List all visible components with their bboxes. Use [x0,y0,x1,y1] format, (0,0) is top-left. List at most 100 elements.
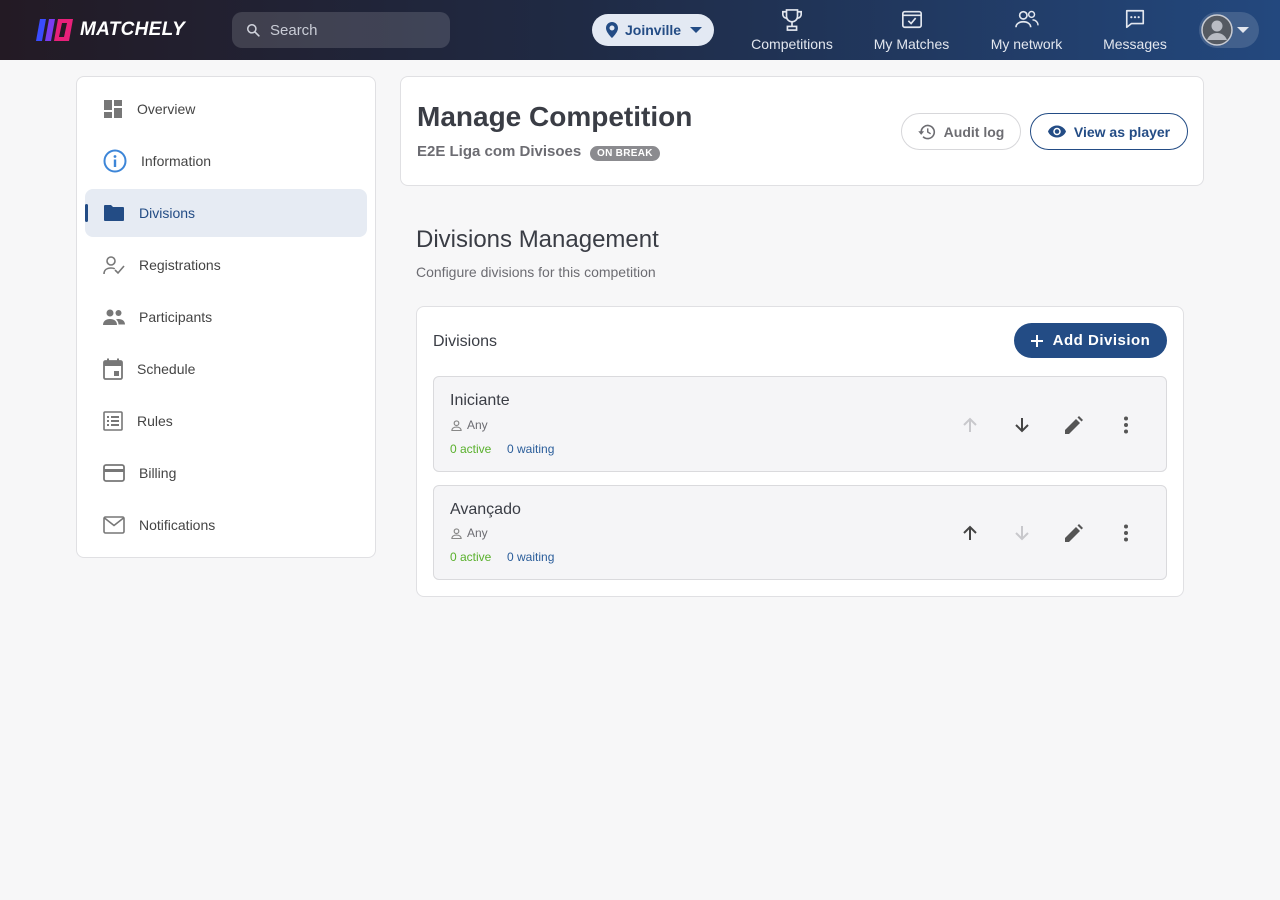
nav-competitions[interactable]: Competitions [751,8,833,52]
person-check-icon [103,256,125,275]
nav-my-network-label: My network [990,36,1063,52]
competition-name: E2E Liga com Divisoes [417,143,582,160]
arrow-up-icon [963,417,977,432]
credit-card-icon [103,464,125,482]
division-gender-label: Any [467,526,488,540]
search-input[interactable] [270,21,430,39]
sidebar-item-billing[interactable]: Billing [85,449,367,497]
person-icon [451,419,462,431]
sidebar-item-divisions[interactable]: Divisions [85,189,367,237]
matchely-logo-mark-icon [36,19,73,41]
sidebar-item-label: Billing [139,465,177,481]
chat-bubble-icon [1125,9,1145,29]
mail-icon [103,516,125,534]
sidebar-item-label: Notifications [139,517,216,533]
move-down-button[interactable] [1008,519,1036,547]
sidebar-item-registrations[interactable]: Registrations [85,241,367,289]
caret-down-icon [1237,27,1249,33]
division-row: Iniciante Any 0 active 0 waiting [433,376,1167,472]
arrow-down-icon [1015,526,1029,541]
nav-my-matches-label: My Matches [873,36,950,52]
person-icon [451,527,462,539]
arrow-down-icon [1015,418,1029,433]
section-title: Divisions Management [416,226,659,253]
matchely-logo[interactable]: MATCHELY [36,17,185,43]
view-as-player-button[interactable]: View as player [1030,113,1188,150]
location-pin-icon [606,22,618,38]
add-division-label: Add Division [1052,332,1151,349]
sidebar-item-label: Information [141,153,212,169]
more-vertical-icon [1124,416,1128,434]
nav-messages[interactable]: Messages [1103,8,1167,52]
eye-icon [1047,125,1066,138]
nav-my-network[interactable]: My network [989,8,1064,52]
folder-icon [104,205,124,221]
calendar-check-icon [901,10,922,29]
sidebar-item-label: Divisions [139,205,196,221]
move-up-button[interactable] [956,411,984,439]
avatar-icon [1201,14,1233,46]
people-icon [103,309,125,325]
location-selector[interactable]: Joinville [592,14,714,46]
divisions-card: Divisions Add Division Iniciante Any 0 a… [416,306,1184,597]
divisions-card-title: Divisions [433,333,498,350]
nav-messages-label: Messages [1103,36,1167,52]
people-icon [1014,10,1039,28]
active-count: 0 active [450,442,492,456]
page-title: Manage Competition [417,101,693,132]
sidebar-item-information[interactable]: Information [85,137,367,185]
location-label: Joinville [625,22,682,38]
more-vertical-icon [1124,524,1128,542]
sidebar-item-rules[interactable]: Rules [85,397,367,445]
view-as-player-label: View as player [1073,123,1171,140]
waiting-count: 0 waiting [507,550,555,564]
active-count: 0 active [450,550,492,564]
move-down-button[interactable] [1008,411,1036,439]
caret-down-icon [690,27,703,33]
sidebar-item-participants[interactable]: Participants [85,293,367,341]
audit-log-button[interactable]: Audit log [901,113,1021,150]
nav-competitions-label: Competitions [751,36,833,52]
audit-log-label: Audit log [943,123,1005,140]
history-icon [917,124,935,139]
pencil-icon [1065,524,1083,542]
sidebar-item-notifications[interactable]: Notifications [85,501,367,549]
list-icon [103,411,123,431]
move-up-button[interactable] [956,519,984,547]
sidebar-item-overview[interactable]: Overview [85,85,367,133]
division-name: Iniciante [450,392,510,409]
more-options-button[interactable] [1112,411,1140,439]
edit-division-button[interactable] [1060,519,1088,547]
division-row: Avançado Any 0 active 0 waiting [433,485,1167,580]
sidebar-item-label: Schedule [137,361,196,377]
division-gender: Any [451,418,488,432]
waiting-count: 0 waiting [507,442,555,456]
plus-icon [1030,334,1043,347]
user-menu[interactable] [1199,12,1259,48]
more-options-button[interactable] [1112,519,1140,547]
sidebar-item-label: Rules [137,413,173,429]
arrow-up-icon [963,525,977,540]
trophy-icon [782,9,802,31]
division-gender-label: Any [467,418,488,432]
search-box[interactable] [232,12,450,48]
sidebar-item-label: Participants [139,309,213,325]
division-gender: Any [451,526,488,540]
nav-my-matches[interactable]: My Matches [873,8,950,52]
add-division-button[interactable]: Add Division [1014,323,1167,358]
search-icon [246,23,260,37]
sidebar: Overview Information Divisions Registrat… [76,76,376,558]
pencil-icon [1065,416,1083,434]
edit-division-button[interactable] [1060,411,1088,439]
brand-name: MATCHELY [80,19,186,40]
sidebar-item-schedule[interactable]: Schedule [85,345,367,393]
sidebar-item-label: Overview [137,101,196,117]
status-badge: ON BREAK [590,146,660,161]
competition-header-card: Manage Competition E2E Liga com Divisoes… [400,76,1204,186]
division-name: Avançado [450,501,521,518]
dashboard-icon [104,100,122,118]
info-icon [103,149,127,173]
top-navigation-bar: MATCHELY Joinville Competitions [0,0,1280,60]
section-description: Configure divisions for this competition [416,264,656,280]
calendar-icon [103,358,123,380]
